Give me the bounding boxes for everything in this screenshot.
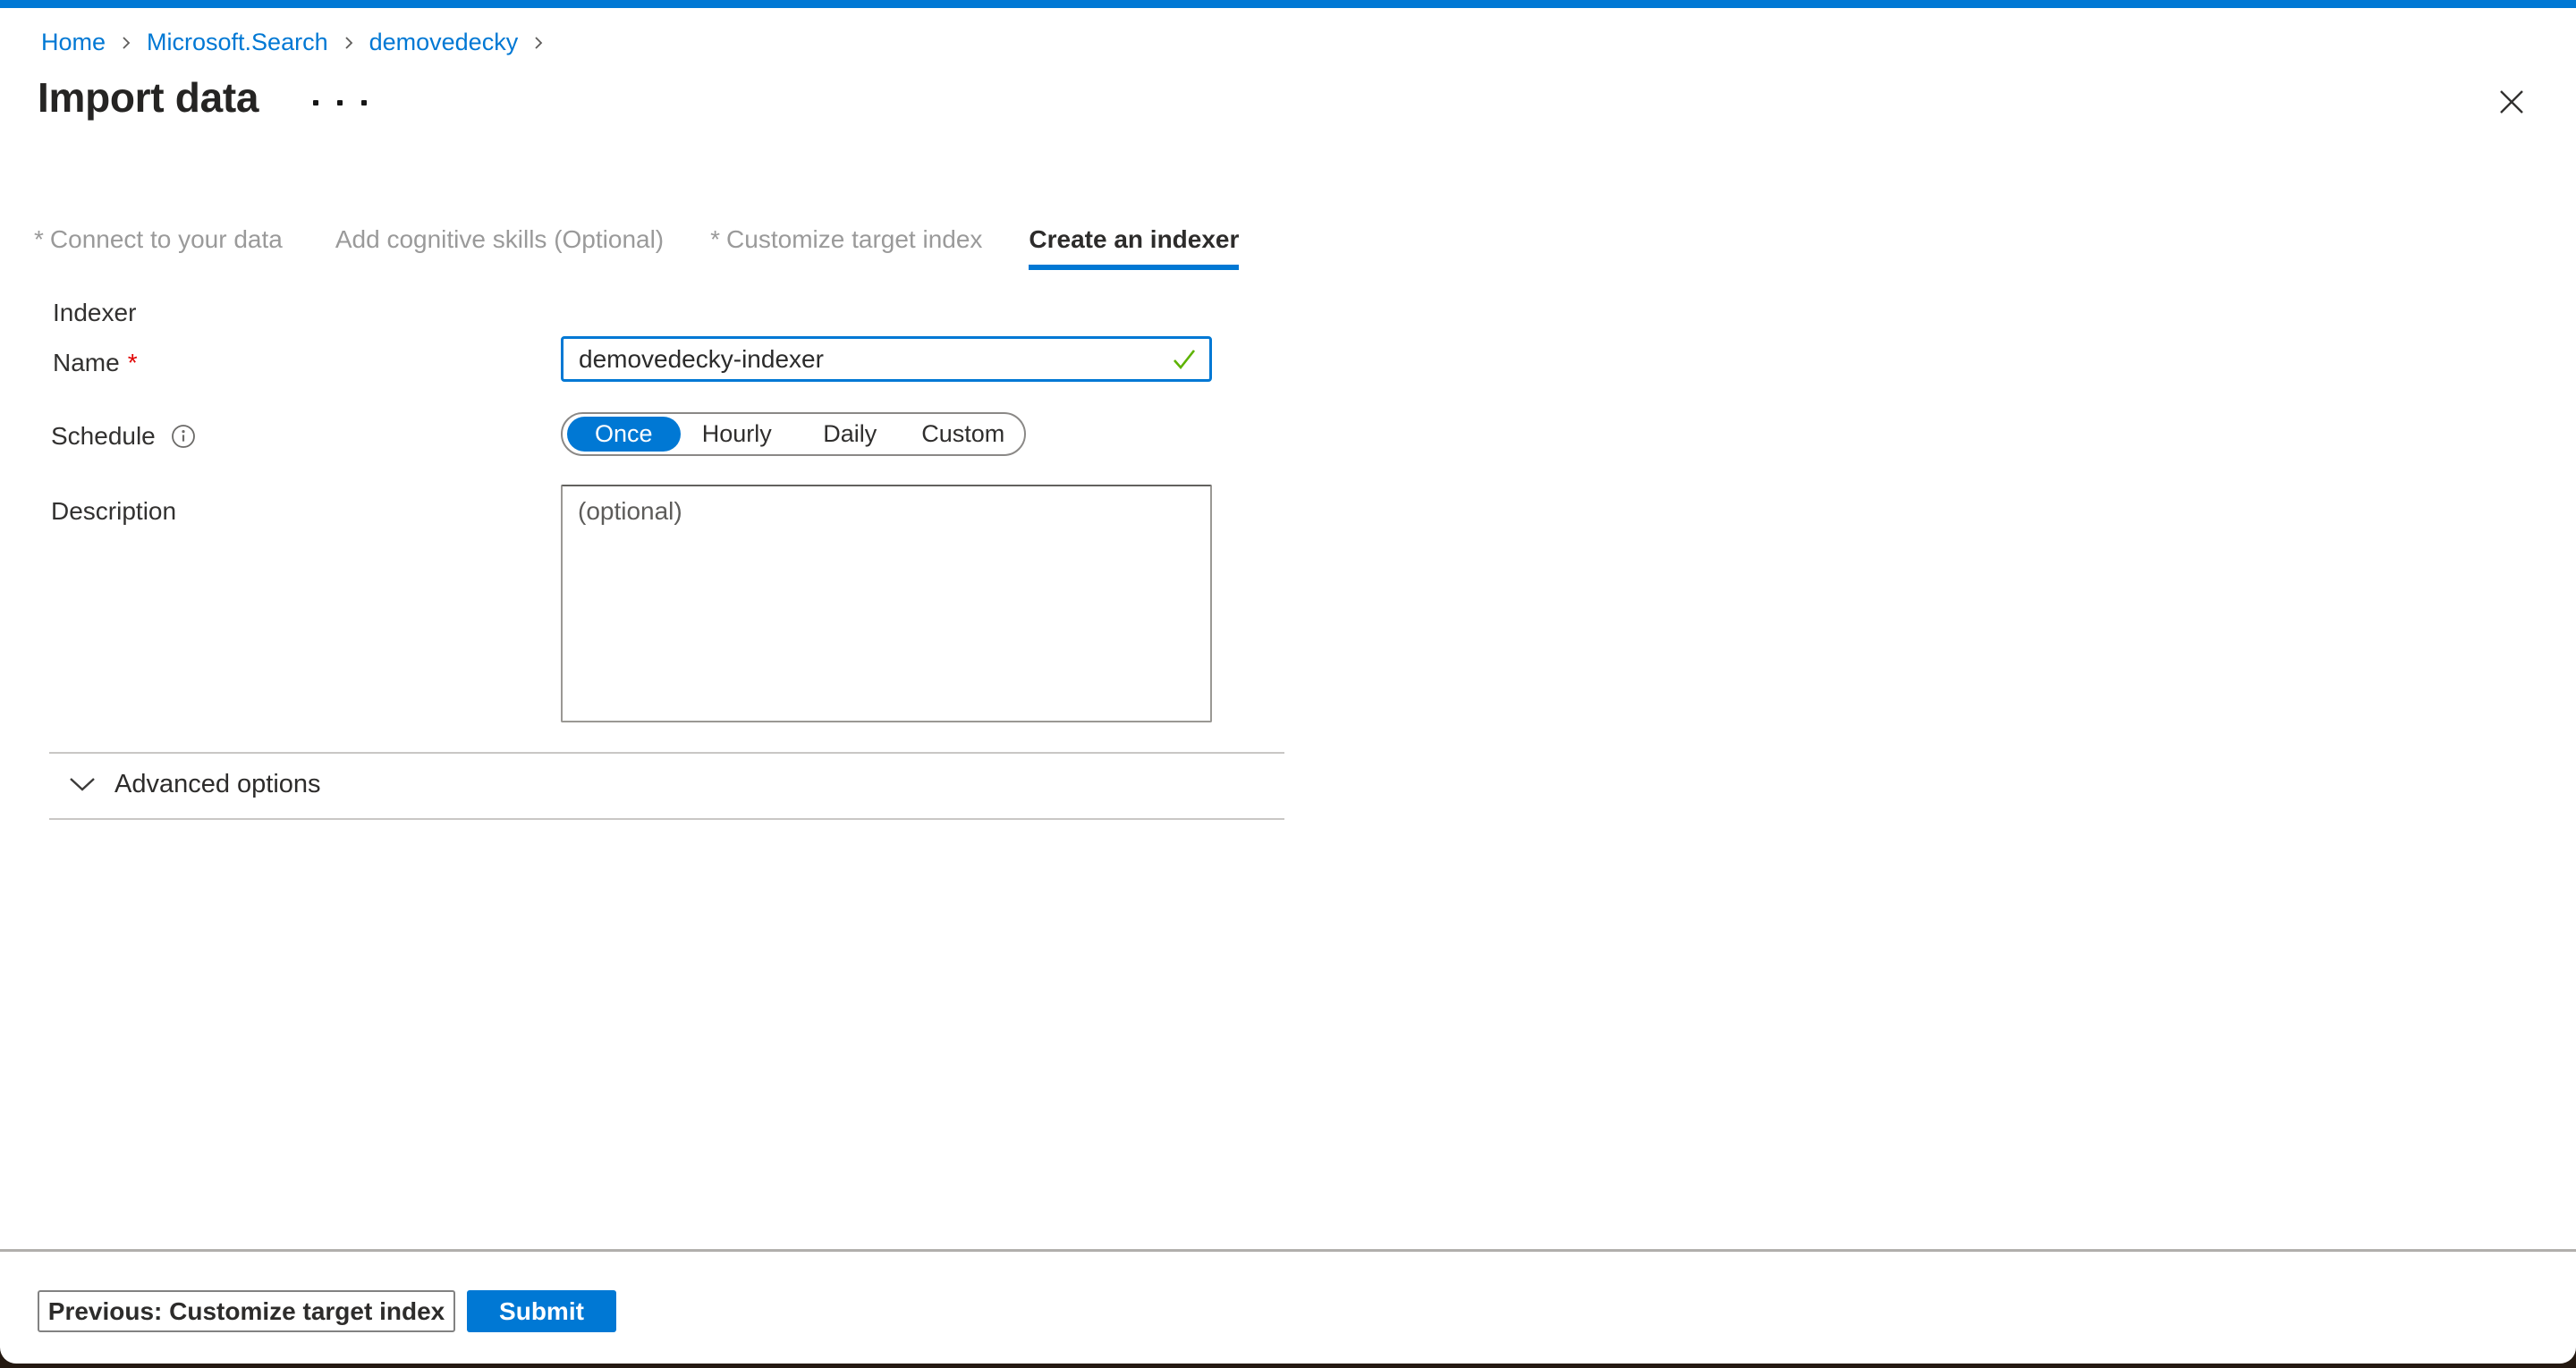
divider [49,818,1284,820]
tab-required-marker: * [710,225,720,253]
previous-step-button[interactable]: Previous: Customize target index [38,1290,455,1332]
ellipsis-icon [361,100,367,106]
required-asterisk: * [128,349,138,377]
page-title: Import data [38,73,258,122]
name-input-wrapper [561,336,1212,382]
tab-customize-target-index[interactable]: *Customize target index [710,225,982,270]
advanced-options-label: Advanced options [114,770,321,799]
close-icon [2496,86,2528,118]
description-textarea[interactable] [561,485,1212,722]
tab-add-cognitive-skills[interactable]: Add cognitive skills (Optional) [329,225,664,270]
ellipsis-icon [313,100,318,106]
chevron-right-icon [118,32,134,54]
name-field-label: Name * [53,349,138,377]
tab-label: Create an indexer [1029,225,1239,253]
chevron-right-icon [341,32,357,54]
ellipsis-icon [337,100,343,106]
tab-label: Add cognitive skills (Optional) [335,225,664,253]
chevron-right-icon [530,32,547,54]
submit-button[interactable]: Submit [467,1290,616,1332]
tab-connect-to-your-data[interactable]: *Connect to your data [34,225,283,270]
close-button[interactable] [2488,80,2535,123]
tab-label: Connect to your data [50,225,283,253]
schedule-field-label: Schedule [51,422,196,451]
divider [49,752,1284,754]
valid-check-icon [1171,346,1198,373]
tab-required-marker: * [34,225,44,253]
top-accent-bar [0,0,2576,8]
breadcrumb-link-demovedecky[interactable]: demovedecky [369,27,519,57]
schedule-option-custom[interactable]: Custom [907,420,1020,448]
footer-divider [0,1249,2576,1252]
section-title-indexer: Indexer [53,299,136,327]
schedule-toggle-group: Once Hourly Daily Custom [561,412,1026,456]
more-options-button[interactable] [309,93,370,113]
description-label-text: Description [51,497,176,526]
indexer-name-input[interactable] [564,345,1171,374]
breadcrumb: Home Microsoft.Search demovedecky [41,27,547,57]
schedule-option-hourly[interactable]: Hourly [681,420,793,448]
tab-label: Customize target index [726,225,982,253]
breadcrumb-link-home[interactable]: Home [41,27,106,57]
schedule-label-text: Schedule [51,422,156,451]
name-label-text: Name [53,349,120,377]
advanced-options-toggle[interactable]: Advanced options [69,770,321,799]
description-field-label: Description [51,497,176,526]
chevron-down-icon [69,777,96,792]
import-data-panel: Home Microsoft.Search demovedecky Import… [0,0,2576,1364]
schedule-option-once[interactable]: Once [567,417,681,452]
breadcrumb-link-microsoft-search[interactable]: Microsoft.Search [147,27,328,57]
tab-create-an-indexer[interactable]: Create an indexer [1029,225,1239,270]
info-icon[interactable] [171,424,196,449]
schedule-option-daily[interactable]: Daily [793,420,906,448]
wizard-tab-bar: *Connect to your data Add cognitive skil… [34,225,1239,270]
